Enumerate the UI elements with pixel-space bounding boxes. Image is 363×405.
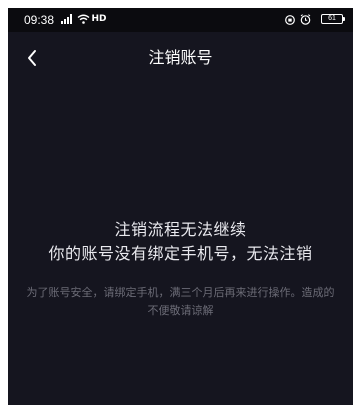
battery-icon: 61 xyxy=(321,14,345,24)
headline-primary: 注销流程无法继续 xyxy=(114,220,247,239)
wifi-icon xyxy=(75,13,91,25)
back-button[interactable] xyxy=(20,46,44,70)
status-bar: 09:38 HD 61 xyxy=(8,8,353,32)
content-area: 注销流程无法继续 你的账号没有绑定手机号，无法注销 为了账号安全，请绑定手机，满… xyxy=(8,84,353,405)
navigation-bar: 注销账号 xyxy=(8,32,353,84)
hd-icon: HD xyxy=(91,14,107,24)
lock-icon xyxy=(284,13,296,25)
detail-text: 为了账号安全，请绑定手机，满三个月后再来进行操作。造成的不便敬请谅解 xyxy=(26,286,335,317)
headline-secondary: 你的账号没有绑定手机号，无法注销 xyxy=(48,244,313,263)
page-title: 注销账号 xyxy=(148,48,213,67)
status-time: 09:38 xyxy=(24,13,55,27)
chevron-left-icon xyxy=(28,50,36,66)
alarm-icon xyxy=(299,13,311,25)
signal-icon xyxy=(60,13,74,25)
phone-screen: 09:38 HD 61 注销账号 注销流程无法继续 你的账号没有绑定手机号，无法… xyxy=(8,8,353,405)
